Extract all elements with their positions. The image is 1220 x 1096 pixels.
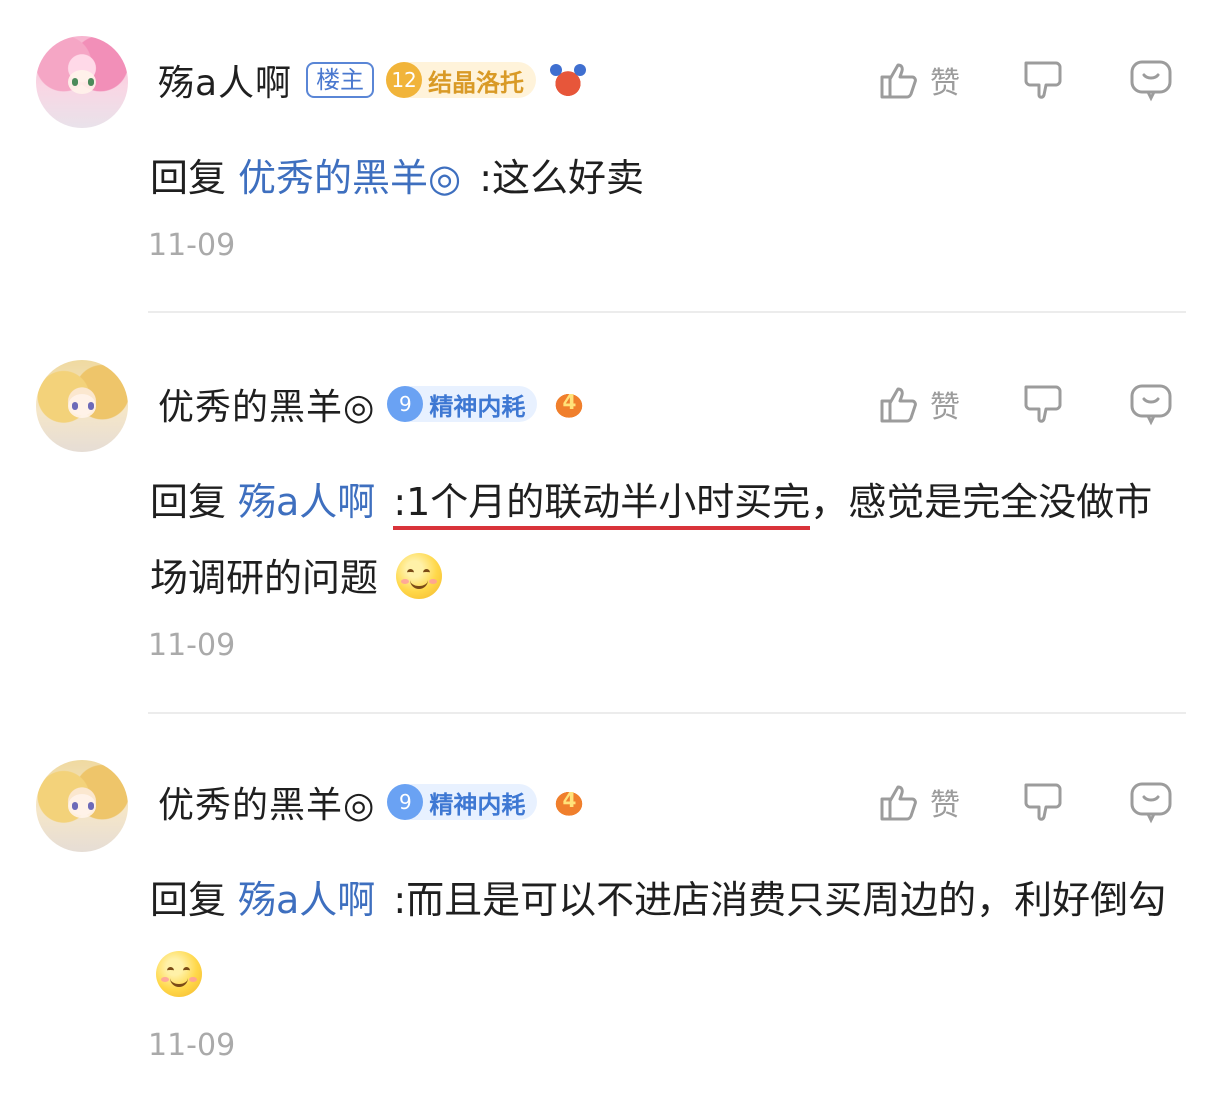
- avatar[interactable]: [36, 760, 128, 852]
- like-button[interactable]: 赞: [876, 374, 960, 434]
- username[interactable]: 优秀的黑羊◎: [158, 776, 375, 828]
- smile-emoji-icon: [156, 951, 202, 997]
- comment-body: :而且是可以不进店消费只买周边的，利好倒勾: [393, 878, 1167, 922]
- timestamp: 11-09: [148, 1028, 236, 1063]
- reply-prefix: 回复: [150, 156, 227, 200]
- level-number: 9: [387, 386, 424, 422]
- thumbs-up-icon: [880, 63, 917, 99]
- username[interactable]: 优秀的黑羊◎: [158, 378, 375, 430]
- timestamp: 11-09: [148, 628, 236, 663]
- underlined-text: :1个月的联动半小时买完: [393, 480, 811, 530]
- crab-medal-icon: [546, 62, 591, 98]
- like-label: 赞: [930, 66, 960, 101]
- reply-button[interactable]: [1128, 772, 1174, 832]
- comment-bubble-icon: [1130, 782, 1172, 824]
- dislike-button[interactable]: [1020, 772, 1066, 832]
- comment-header: 优秀的黑羊◎ 9 精神内耗 4: [158, 772, 592, 832]
- mention-link[interactable]: 殇a人啊: [238, 878, 375, 922]
- medal-number: 4: [562, 788, 577, 812]
- thumbs-down-icon: [1024, 61, 1062, 99]
- medal-number: 4: [562, 390, 577, 414]
- comment-item: 优秀的黑羊◎ 9 精神内耗 4 赞 回复 殇a人啊 :而且是可以不进店消费只买周边的…: [0, 712, 1220, 1096]
- like-label: 赞: [930, 390, 960, 425]
- timestamp: 11-09: [148, 228, 236, 263]
- comment-header: 殇a人啊 楼主 12 结晶洛托: [158, 50, 591, 110]
- thumbs-down-icon: [1024, 783, 1062, 821]
- comment-bubble-icon: [1130, 384, 1172, 426]
- level-title: 结晶洛托: [428, 68, 525, 97]
- like-button[interactable]: 赞: [876, 772, 960, 832]
- level-number: 12: [386, 62, 423, 98]
- comment-item: 殇a人啊 楼主 12 结晶洛托 赞 回复 优秀的黑羊◎ :这么好卖 11-09: [0, 0, 1220, 313]
- reply-prefix: 回复: [150, 878, 227, 922]
- thumbs-down-icon: [1024, 385, 1062, 423]
- wings-medal-icon: 4: [547, 784, 592, 820]
- thumbs-up-icon: [880, 785, 917, 821]
- comment-text: 回复 殇a人啊 :而且是可以不进店消费只买周边的，利好倒勾: [150, 862, 1190, 1014]
- mention-link[interactable]: 优秀的黑羊◎: [238, 156, 461, 200]
- level-badge: 9 精神内耗: [387, 386, 538, 422]
- dislike-button[interactable]: [1020, 50, 1066, 110]
- reply-button[interactable]: [1128, 50, 1174, 110]
- owner-badge: 楼主: [306, 62, 375, 98]
- reply-button[interactable]: [1128, 374, 1174, 434]
- comment-text: 回复 优秀的黑羊◎ :这么好卖: [150, 140, 1190, 216]
- username[interactable]: 殇a人啊: [158, 54, 292, 106]
- comment-body: :这么好卖: [479, 156, 644, 200]
- dislike-button[interactable]: [1020, 374, 1066, 434]
- avatar[interactable]: [36, 360, 128, 452]
- like-label: 赞: [930, 788, 960, 823]
- comment-item: 优秀的黑羊◎ 9 精神内耗 4 赞 回复 殇a人啊:1个月的联动半小时买完，感觉是…: [0, 312, 1220, 714]
- level-title: 精神内耗: [429, 392, 526, 421]
- smile-emoji-icon: [396, 553, 443, 599]
- level-title: 精神内耗: [429, 790, 526, 819]
- wings-medal-icon: 4: [547, 386, 592, 422]
- comment-text: 回复 殇a人啊:1个月的联动半小时买完，感觉是完全没做市场调研的问题: [150, 464, 1190, 616]
- comment-bubble-icon: [1130, 60, 1172, 102]
- comment-header: 优秀的黑羊◎ 9 精神内耗 4: [158, 374, 592, 434]
- level-badge: 9 精神内耗: [387, 784, 538, 820]
- reply-prefix: 回复: [150, 480, 227, 524]
- like-button[interactable]: 赞: [876, 50, 960, 110]
- level-badge: 12 结晶洛托: [386, 62, 537, 98]
- avatar[interactable]: [36, 36, 128, 128]
- level-number: 9: [387, 784, 424, 820]
- thumbs-up-icon: [880, 387, 917, 423]
- mention-link[interactable]: 殇a人啊: [238, 480, 375, 524]
